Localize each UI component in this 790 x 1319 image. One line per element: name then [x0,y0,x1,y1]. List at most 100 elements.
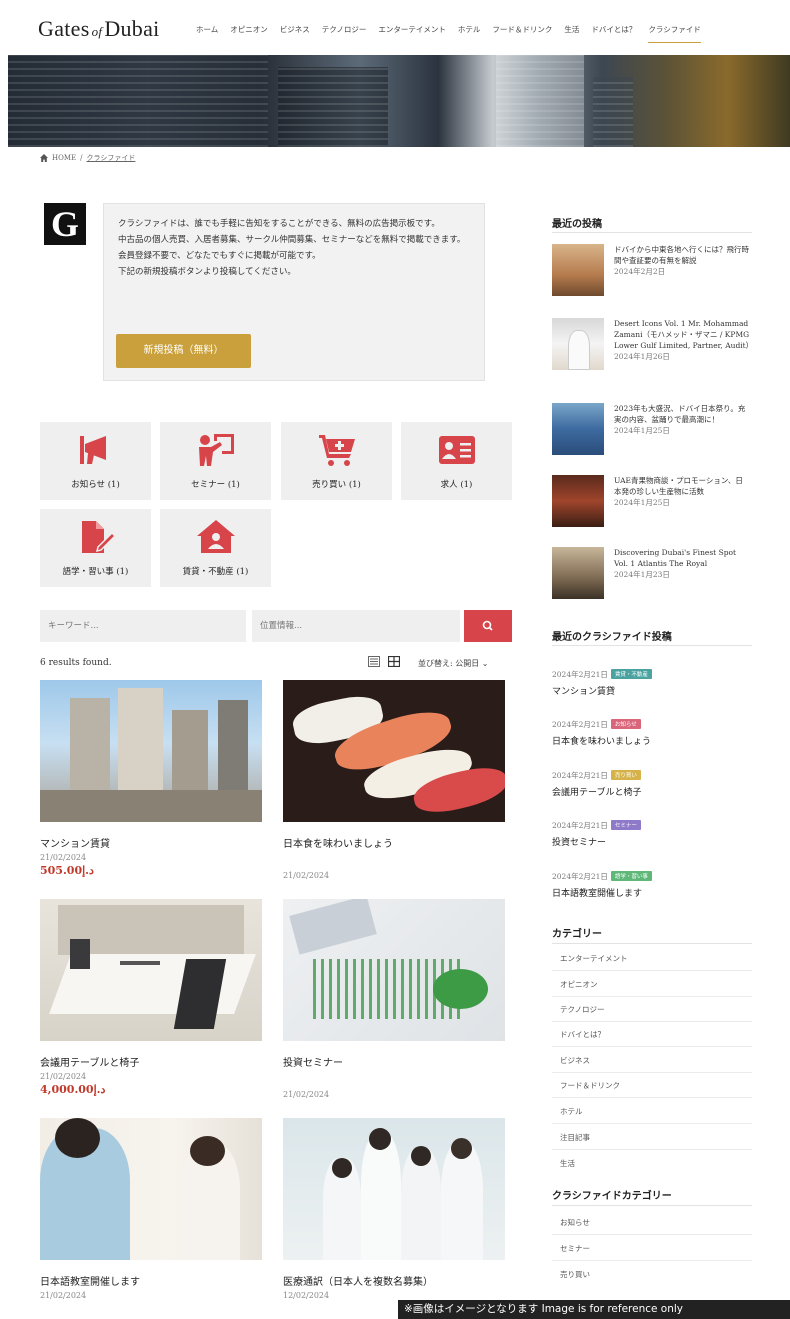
category-link[interactable]: フード＆ドリンク [560,1080,620,1091]
category-tile-rental[interactable]: 賃貸・不動産 (1) [160,509,271,587]
classified-category-link[interactable]: 売り買い [560,1269,590,1280]
grid-view-icon[interactable] [388,656,400,667]
presenter-icon [199,434,234,466]
recent-classified-item[interactable]: 2024年2月21日 お知らせ 日本食を味わいましょう [552,712,752,747]
category-link[interactable]: 生活 [560,1158,575,1169]
listing-title[interactable]: 日本語教室開催します [40,1273,262,1288]
listing-price: 4,000.00د.إ [40,1083,106,1096]
image-notice-banner: ※画像はイメージとなります Image is for reference onl… [398,1300,790,1319]
intro-line-3: 会員登録不要で、どなたでもすぐに掲載が可能です。 [118,251,321,261]
sort-label: 並び替え: 公開日 [418,659,480,668]
classified-date: 2024年2月21日 [552,670,608,679]
listing-card[interactable]: 会議用テーブルと椅子 21/02/2024 4,000.00د.إ [40,899,262,1096]
divider [552,1260,752,1261]
document-edit-icon [82,521,116,553]
nav-item-technology[interactable]: テクノロジー [322,24,367,43]
recent-classified-item[interactable]: 2024年2月21日 売り買い 会議用テーブルと椅子 [552,763,752,798]
classified-category-link[interactable]: お知らせ [560,1217,590,1228]
category-tile-buy-sell[interactable]: 売り買い (1) [281,422,392,500]
post-date: 2024年1月23日 [614,570,670,579]
category-link[interactable]: ドバイとは？ [560,1029,605,1040]
listing-title[interactable]: 投資セミナー [283,1054,505,1069]
category-badge[interactable]: 売り買い [610,770,641,780]
intro-line-1: クラシファイドは、誰でも手軽に告知をすることができる、無料の広告掲示板です。 [118,219,440,229]
category-label: 語学・習い事 (1) [62,567,129,577]
search-button[interactable] [464,610,512,642]
divider [552,1205,752,1206]
category-link[interactable]: エンターテイメント [560,953,628,964]
recent-classified-item[interactable]: 2024年2月21日 賃貸・不動産 マンション賃貸 [552,662,752,697]
category-link[interactable]: テクノロジー [560,1004,605,1015]
classified-title[interactable]: 日本語教室開催します [552,886,752,899]
listing-card[interactable]: 投資セミナー 21/02/2024 [283,899,505,1099]
post-date: 2024年1月26日 [614,352,670,361]
nav-item-entertainment[interactable]: エンターテイメント [378,24,446,43]
listing-card[interactable]: マンション賃貸 21/02/2024 505.00د.إ [40,680,262,877]
sort-dropdown[interactable]: 並び替え: 公開日 ⌄ [418,658,489,669]
category-tile-language[interactable]: 語学・習い事 (1) [40,509,151,587]
listing-card[interactable]: 日本食を味わいましょう 21/02/2024 [283,680,505,880]
post-title[interactable]: ドバイから中東各地へ行くには？飛行時間や査証要の有無を解説 2024年2月2日 [614,244,750,277]
post-thumbnail [552,244,604,296]
listing-title[interactable]: 会議用テーブルと椅子 [40,1054,262,1069]
divider [552,996,752,997]
classified-category-link[interactable]: セミナー [560,1243,590,1254]
category-link[interactable]: ホテル [560,1106,583,1117]
classified-title[interactable]: 投資セミナー [552,835,752,848]
classified-title[interactable]: 日本食を味わいましょう [552,734,752,747]
divider [552,943,752,944]
nav-item-home[interactable]: ホーム [196,24,218,43]
site-header: Gates ofDubai ホーム オピニオン ビジネス テクノロジー エンターテ… [0,0,790,55]
post-date: 2024年1月25日 [614,498,670,507]
post-title[interactable]: 2023年も大盛況、ドバイ日本祭り。充実の内容、盆踊りで最高潮に！ 2024年1月… [614,403,750,436]
category-badge[interactable]: セミナー [610,820,641,830]
chevron-down-icon: ⌄ [481,659,489,668]
nav-item-classified[interactable]: クラシファイド [648,24,701,43]
site-logo[interactable]: Gates ofDubai [38,16,160,42]
category-tile-jobs[interactable]: 求人 (1) [401,422,512,500]
classified-title[interactable]: 会議用テーブルと椅子 [552,785,752,798]
nav-item-about-dubai[interactable]: ドバイとは？ [591,24,636,43]
classified-date: 2024年2月21日 [552,720,608,729]
listing-date: 21/02/2024 [40,853,87,862]
view-toggle [368,656,400,667]
post-title[interactable]: Desert Icons Vol. 1 Mr. Mohammad Zamani（… [614,318,753,362]
classified-title[interactable]: マンション賃貸 [552,684,752,697]
nav-item-business[interactable]: ビジネス [280,24,310,43]
recent-classified-item[interactable]: 2024年2月21日 語学・習い事 日本語教室開催します [552,864,752,899]
post-thumbnail [552,547,604,599]
category-link[interactable]: 注目記事 [560,1132,590,1143]
divider [552,1021,752,1022]
keyword-search-input[interactable] [40,610,246,642]
intro-box: クラシファイドは、誰でも手軽に告知をすることができる、無料の広告掲示板です。 中… [103,203,485,381]
nav-item-food-drink[interactable]: フード＆ドリンク [492,24,552,43]
category-link[interactable]: オピニオン [560,979,598,990]
cart-icon [319,435,355,466]
nav-item-life[interactable]: 生活 [564,24,579,43]
post-title[interactable]: UAE青果物商談・プロモーション、日本発の珍しい生産物に活数 2024年1月25日 [614,475,750,508]
listing-title[interactable]: マンション賃貸 [40,835,262,850]
recent-classified-item[interactable]: 2024年2月21日 セミナー 投資セミナー [552,813,752,848]
listing-card[interactable]: 日本語教室開催します 21/02/2024 [40,1118,262,1300]
category-tile-notice[interactable]: お知らせ (1) [40,422,151,500]
nav-item-opinion[interactable]: オピニオン [230,24,268,43]
category-link[interactable]: ビジネス [560,1055,590,1066]
category-badge[interactable]: 賃貸・不動産 [610,669,652,679]
listing-card[interactable]: 医療通訳（日本人を複数名募集） 12/02/2024 [283,1118,505,1300]
recent-classified-heading: 最近のクラシファイド投稿 [552,632,672,643]
category-badge[interactable]: 語学・習い事 [610,871,652,881]
breadcrumb-home[interactable]: HOME [52,154,76,162]
nav-item-hotel[interactable]: ホテル [458,24,481,43]
new-post-button[interactable]: 新規投稿（無料） [116,334,251,368]
post-title[interactable]: Discovering Dubai's Finest Spot Vol. 1 A… [614,547,750,580]
list-view-icon[interactable] [368,656,380,667]
post-thumbnail [552,318,604,370]
listing-title[interactable]: 日本食を味わいましょう [283,835,505,850]
category-tile-seminar[interactable]: セミナー (1) [160,422,271,500]
location-search-input[interactable] [252,610,460,642]
category-badge[interactable]: お知らせ [610,719,641,729]
category-label: セミナー (1) [191,480,240,490]
listing-title[interactable]: 医療通訳（日本人を複数名募集） [283,1273,505,1288]
main-nav: ホーム オピニオン ビジネス テクノロジー エンターテイメント ホテル フード＆… [196,24,701,43]
logo-text-right: Dubai [104,16,160,41]
